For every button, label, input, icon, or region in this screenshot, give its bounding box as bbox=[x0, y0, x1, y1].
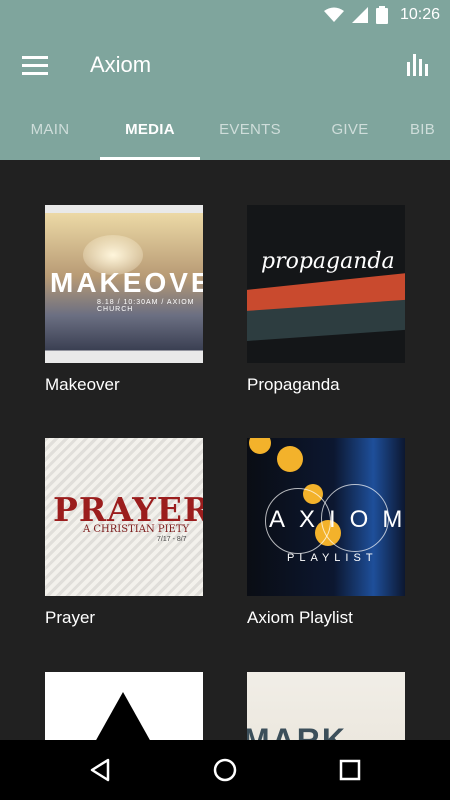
status-time: 10:26 bbox=[399, 6, 440, 23]
prayer-art-subtitle: A CHRISTIAN PIETY bbox=[83, 524, 190, 535]
cell-signal-icon bbox=[351, 7, 368, 23]
makeover-art-subtitle: 8.18 / 10:30AM / AXIOM CHURCH bbox=[97, 299, 195, 313]
black-triangle bbox=[95, 692, 151, 740]
media-card-prayer[interactable]: PRAYER A CHRISTIAN PIETY 7/17 - 8/7 Pray… bbox=[45, 438, 203, 628]
home-circle-icon[interactable] bbox=[211, 756, 239, 784]
media-card-title: Propaganda bbox=[247, 375, 340, 394]
propaganda-artwork: propaganda bbox=[247, 205, 405, 363]
media-card-title: Makeover bbox=[45, 375, 120, 394]
axiom-playlist-artwork: AXIOM PLAYLIST bbox=[247, 438, 405, 596]
prayer-artwork: PRAYER A CHRISTIAN PIETY 7/17 - 8/7 bbox=[45, 438, 203, 596]
system-nav-bar bbox=[0, 740, 450, 800]
tab-main[interactable]: MAIN bbox=[0, 100, 100, 160]
app-title: Axiom bbox=[90, 52, 152, 77]
back-triangle-icon[interactable] bbox=[86, 756, 114, 784]
propaganda-art-title: propaganda bbox=[261, 249, 395, 274]
tab-bar: MAIN MEDIA EVENTS GIVE BIB bbox=[0, 100, 450, 160]
media-card-title: Axiom Playlist bbox=[247, 608, 353, 627]
media-grid: MAKEOVER 8.18 / 10:30AM / AXIOM CHURCH M… bbox=[0, 160, 450, 740]
mark-artwork: MARK bbox=[247, 672, 405, 740]
prayer-art-date: 7/17 - 8/7 bbox=[157, 536, 187, 543]
axiom-art-subtitle: PLAYLIST bbox=[287, 552, 378, 564]
makeover-artwork: MAKEOVER 8.18 / 10:30AM / AXIOM CHURCH bbox=[45, 205, 203, 363]
tab-give[interactable]: GIVE bbox=[300, 100, 400, 160]
app-bar: Axiom bbox=[0, 32, 450, 100]
bokeh-dot bbox=[277, 446, 303, 472]
media-card[interactable]: MARK bbox=[247, 672, 405, 740]
bar-chart-icon[interactable] bbox=[406, 52, 432, 78]
tab-events[interactable]: EVENTS bbox=[200, 100, 300, 160]
hamburger-menu-icon[interactable] bbox=[22, 54, 48, 76]
triangle-artwork bbox=[45, 672, 203, 740]
wifi-icon bbox=[323, 7, 344, 22]
bokeh-dot bbox=[249, 438, 271, 454]
media-card-axiom-playlist[interactable]: AXIOM PLAYLIST Axiom Playlist bbox=[247, 438, 405, 628]
tab-bible[interactable]: BIB bbox=[410, 100, 450, 160]
battery-icon bbox=[375, 6, 388, 24]
mark-art-title: MARK bbox=[247, 722, 347, 740]
media-card-propaganda[interactable]: propaganda Propaganda bbox=[247, 205, 405, 395]
status-bar: 10:26 bbox=[0, 0, 450, 32]
axiom-art-title: AXIOM bbox=[269, 506, 405, 533]
media-card-makeover[interactable]: MAKEOVER 8.18 / 10:30AM / AXIOM CHURCH M… bbox=[45, 205, 203, 395]
media-card[interactable] bbox=[45, 672, 203, 740]
tab-media[interactable]: MEDIA bbox=[100, 100, 200, 160]
recents-square-icon[interactable] bbox=[336, 756, 364, 784]
media-card-title: Prayer bbox=[45, 608, 96, 627]
makeover-art-title: MAKEOVER bbox=[50, 267, 203, 298]
